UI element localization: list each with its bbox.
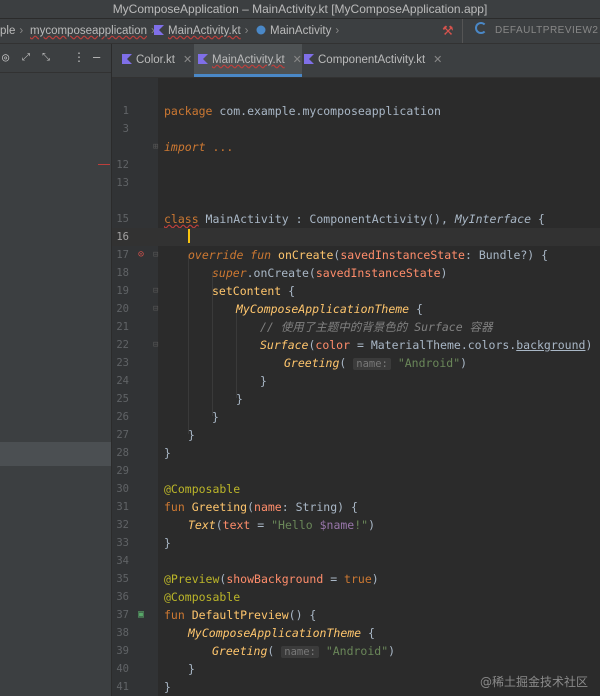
- preview-icon[interactable]: ▣: [138, 606, 144, 624]
- code-line: 13: [116, 177, 129, 189]
- kotlin-file-icon: [154, 25, 164, 35]
- code-line: 35 @Preview(showBackground = true): [116, 572, 379, 586]
- code-line: 19 ⊟ setContent {: [116, 282, 296, 300]
- code-line: 26}: [116, 410, 219, 424]
- code-line: 25}: [116, 392, 243, 406]
- code-line: 28}: [116, 446, 171, 460]
- editor-tabs: Color.kt ✕ MainActivity.kt ✕ ComponentActi…: [112, 44, 600, 78]
- class-icon: [256, 25, 266, 35]
- parameter-hint: name:: [281, 646, 319, 658]
- window-title: MyComposeApplication – MainActivity.kt […: [0, 0, 600, 19]
- code-line: 12: [98, 156, 600, 174]
- tab-main-activity-kt[interactable]: MainActivity.kt ✕: [194, 44, 302, 77]
- build-hammer-icon[interactable]: ⚒: [442, 23, 454, 39]
- close-icon[interactable]: ✕: [293, 54, 302, 66]
- error-marker: [98, 164, 110, 165]
- code-line: 20 ⊟ MyComposeApplicationTheme {: [116, 300, 423, 318]
- close-icon[interactable]: ✕: [183, 54, 192, 66]
- code-line: 27}: [116, 428, 195, 442]
- code-line: 30 @Composable: [116, 482, 241, 496]
- code-line: 36 @Composable: [116, 590, 241, 604]
- project-tool-window: ◎ ⤢ ⤡ ⋮ —: [0, 44, 112, 696]
- expand-icon[interactable]: ⤢: [22, 52, 30, 63]
- code-line-current: 16: [112, 228, 600, 246]
- breadcrumb-item[interactable]: MainActivity.kt ›: [154, 19, 252, 43]
- parameter-hint: name:: [353, 358, 391, 370]
- navigation-bar: ple › mycomposeapplication › MainActivity.…: [0, 19, 600, 44]
- fold-icon[interactable]: ⊟: [153, 300, 158, 318]
- run-configuration-selector[interactable]: DEFAULTPREVIEW2: [462, 19, 600, 43]
- target-icon[interactable]: ◎: [2, 50, 9, 64]
- hide-icon[interactable]: —: [93, 50, 100, 64]
- breadcrumb-item[interactable]: mycomposeapplication ›: [30, 19, 159, 43]
- code-line: 23 Greeting( name: "Android"): [116, 356, 468, 370]
- code-editor[interactable]: 1 package com.example.mycomposeapplicatio…: [98, 78, 600, 696]
- tab-component-activity-kt[interactable]: ComponentActivity.kt ✕: [302, 44, 444, 77]
- code-line: 39 Greeting( name: "Android"): [116, 644, 396, 658]
- selected-tree-row[interactable]: [0, 442, 111, 466]
- code-line: 1 package com.example.mycomposeapplicatio…: [122, 104, 441, 118]
- close-icon[interactable]: ✕: [433, 54, 442, 66]
- code-line: 34: [116, 555, 129, 567]
- code-line: 15 class MainActivity : ComponentActivity…: [116, 212, 545, 226]
- options-icon[interactable]: ⋮: [73, 50, 85, 64]
- code-line: 32 Text(text = "Hello $name!"): [116, 518, 376, 532]
- fold-icon[interactable]: ⊟: [153, 246, 158, 264]
- code-line: 33}: [116, 536, 171, 550]
- override-icon[interactable]: ⊙: [138, 246, 144, 264]
- text-caret: [188, 229, 190, 243]
- code-line: 37 ▣ fun DefaultPreview() {: [116, 606, 317, 624]
- collapse-icon[interactable]: ⤡: [42, 52, 50, 63]
- code-line: 31 fun Greeting(name: String) {: [116, 500, 358, 514]
- project-toolbar: ◎ ⤢ ⤡ ⋮ —: [0, 44, 111, 73]
- code-line: 22 ⊟ Surface(color = MaterialTheme.colors.…: [116, 336, 600, 354]
- fold-icon[interactable]: ⊟: [153, 282, 158, 300]
- breadcrumb-item[interactable]: MainActivity ›: [256, 19, 343, 43]
- watermark: @稀土掘金技术社区: [479, 675, 588, 689]
- code-line: 17 ⊙ ⊟ override fun onCreate(savedInstanceS…: [116, 246, 549, 264]
- breadcrumb-item[interactable]: ple ›: [0, 19, 27, 43]
- fold-icon[interactable]: ⊟: [153, 336, 158, 354]
- code-line: 24}: [116, 374, 267, 388]
- fold-icon[interactable]: ⊞: [153, 138, 158, 156]
- code-line: 21// 使用了主题中的背景色的 Surface 容器: [116, 320, 493, 334]
- code-line: 29: [116, 465, 129, 477]
- code-line: 38 MyComposeApplicationTheme {: [116, 626, 375, 640]
- code-line: ⊞ import ...: [153, 138, 234, 156]
- kotlin-file-icon: [122, 54, 132, 64]
- code-line: 3: [122, 123, 129, 135]
- compose-preview-icon: [475, 22, 487, 34]
- code-line: 18 super.onCreate(savedInstanceState): [116, 266, 448, 280]
- kotlin-file-icon: [198, 54, 208, 64]
- kotlin-file-icon: [304, 54, 314, 64]
